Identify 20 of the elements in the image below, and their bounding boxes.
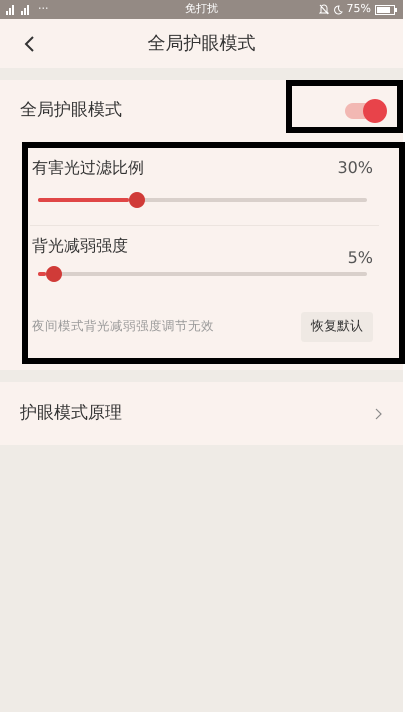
battery-text: 75% [346,1,371,18]
setting-label: 全局护眼模式 [20,99,122,122]
slider-value: 5% [348,247,373,269]
moon-icon [332,4,343,14]
more-dots: ··· [38,1,48,18]
menu-label: 护眼模式原理 [20,402,122,425]
chevron-right-icon [375,408,382,420]
battery-icon [375,4,397,14]
status-text: 免打扰 [185,1,218,18]
reset-button[interactable]: 恢复默认 [301,312,373,342]
slider-thumb[interactable] [128,192,145,208]
menu-row[interactable]: 护眼模式原理 [0,382,403,445]
page-title: 全局护眼模式 [148,32,256,56]
slider-label: 有害光过滤比例 [32,157,144,179]
slider-thumb[interactable] [46,266,62,282]
slider-label: 背光减弱强度 [32,235,128,257]
bell-off-icon [318,4,329,15]
slider-value: 30% [337,157,373,179]
back-icon[interactable] [24,36,34,52]
hint-text: 夜间模式背光减弱强度调节无效 [32,317,214,336]
